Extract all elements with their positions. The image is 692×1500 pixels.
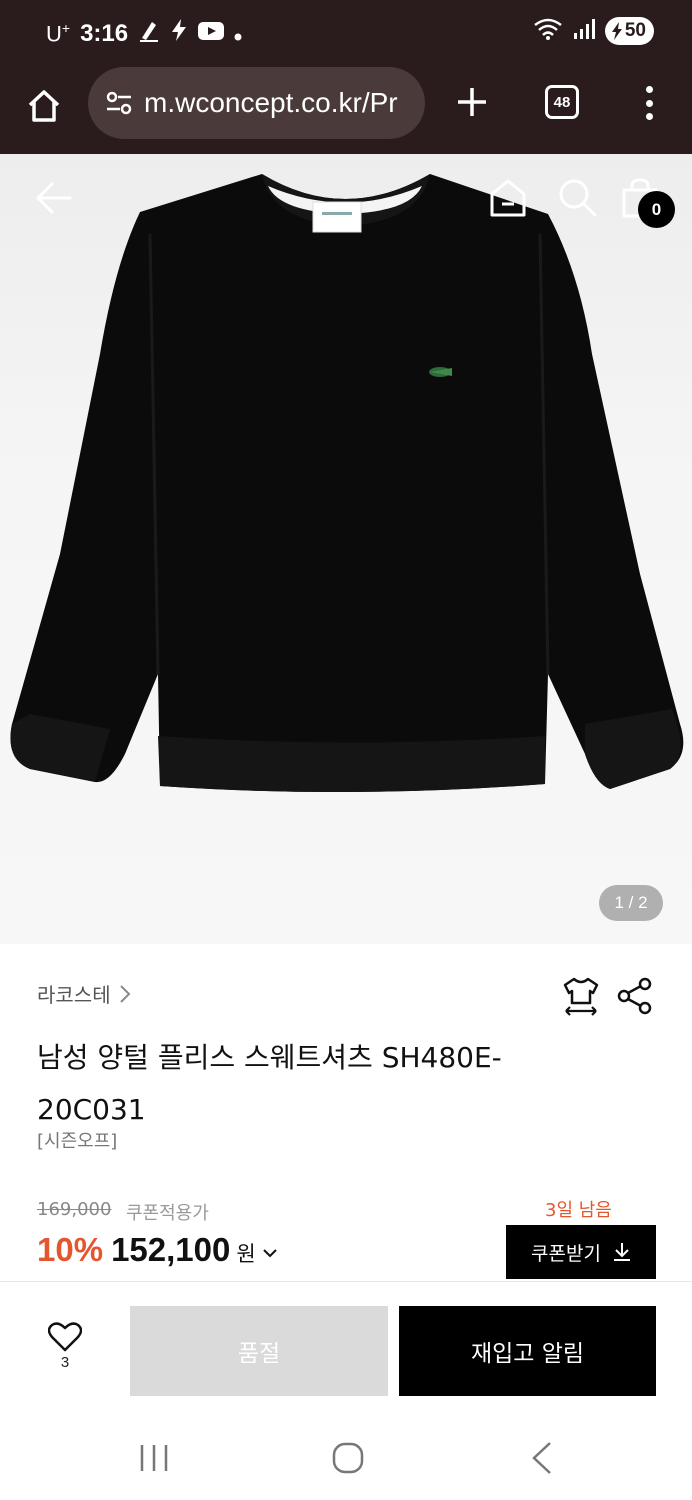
site-home-button[interactable]	[488, 178, 528, 218]
coupon-days-left: 3일 남음	[545, 1200, 612, 1221]
image-page-counter: 1 / 2	[599, 885, 663, 921]
share-button[interactable]	[616, 976, 654, 1016]
flash-notification-icon	[170, 18, 188, 49]
carrier-label: U+	[46, 20, 70, 47]
clock: 3:16	[80, 19, 129, 47]
arrow-left-icon	[36, 182, 72, 214]
recent-apps-icon	[140, 1445, 168, 1471]
restock-alert-button[interactable]: 재입고 알림	[399, 1306, 656, 1396]
size-guide-icon	[563, 977, 599, 1016]
site-settings-icon[interactable]	[104, 88, 134, 118]
menu-dot-icon	[645, 113, 653, 120]
size-guide-button[interactable]	[562, 976, 600, 1016]
back-button[interactable]	[32, 176, 76, 220]
system-navigation-bar	[0, 1411, 692, 1500]
sale-price: 152,100	[111, 1231, 231, 1268]
search-icon	[559, 179, 597, 217]
soldout-button: 품절	[130, 1306, 388, 1396]
home-icon	[28, 90, 60, 122]
coupon-price-label: 쿠폰적용가	[126, 1203, 209, 1224]
brand-name: 라코스테	[37, 983, 111, 1007]
price-row[interactable]: 10% 152,100 원	[37, 1231, 278, 1269]
coupon-button-label: 쿠폰받기	[531, 1242, 601, 1265]
product-photo-sweater	[10, 174, 684, 793]
discount-rate: 10%	[37, 1231, 104, 1268]
pen-notification-icon	[138, 18, 160, 49]
menu-dot-icon	[645, 86, 653, 93]
home-icon	[490, 179, 526, 217]
coupon-download-button[interactable]: 쿠폰받기	[506, 1225, 656, 1279]
wifi-icon	[533, 17, 563, 45]
share-icon	[617, 977, 652, 1015]
address-bar[interactable]: m.wconcept.co.kr/Pr	[88, 67, 425, 139]
url-text[interactable]: m.wconcept.co.kr/Pr	[144, 87, 398, 119]
signal-icon	[573, 18, 595, 44]
system-home-button[interactable]	[332, 1442, 364, 1474]
download-icon	[613, 1243, 630, 1261]
like-count: 3	[60, 1354, 70, 1371]
youtube-notification-icon	[198, 20, 225, 48]
browser-menu-button[interactable]	[634, 80, 664, 126]
purchase-action-bar: 3 품절 재입고 알림	[0, 1281, 692, 1411]
battery-level: 50	[624, 20, 646, 41]
brand-link[interactable]: 라코스테	[37, 979, 131, 1008]
status-bar: U+ 3:16 50	[0, 0, 692, 66]
product-image-carousel[interactable]: 0 1 / 2	[0, 154, 692, 944]
currency-label: 원	[236, 1242, 256, 1266]
original-price: 169,000	[37, 1199, 112, 1220]
browser-home-button[interactable]	[20, 82, 68, 130]
product-title: 남성 양털 플리스 스웨트셔츠 SH480E-20C031	[37, 1041, 502, 1126]
recent-apps-button[interactable]	[138, 1443, 170, 1473]
tab-switcher-button[interactable]: 48	[545, 85, 579, 119]
plus-icon	[458, 88, 486, 116]
home-circle-icon	[332, 1442, 364, 1474]
new-tab-button[interactable]	[448, 78, 496, 126]
carrier-sup: +	[61, 19, 71, 36]
chevron-down-icon[interactable]	[262, 1245, 278, 1261]
season-tag: [시즌오프]	[37, 1131, 118, 1152]
browser-toolbar: m.wconcept.co.kr/Pr 48	[0, 66, 692, 154]
dot-icon	[234, 20, 242, 48]
like-button[interactable]: 3	[40, 1322, 90, 1386]
menu-dot-icon	[645, 99, 653, 107]
system-back-button[interactable]	[530, 1441, 554, 1475]
heart-icon	[48, 1322, 82, 1352]
search-button[interactable]	[556, 176, 598, 218]
charging-icon	[611, 22, 622, 40]
chevron-right-icon	[119, 984, 131, 1003]
cart-count-badge: 0	[638, 191, 675, 228]
battery-indicator: 50	[604, 17, 654, 45]
carrier-text: U	[46, 21, 62, 47]
chevron-left-icon	[532, 1442, 551, 1474]
